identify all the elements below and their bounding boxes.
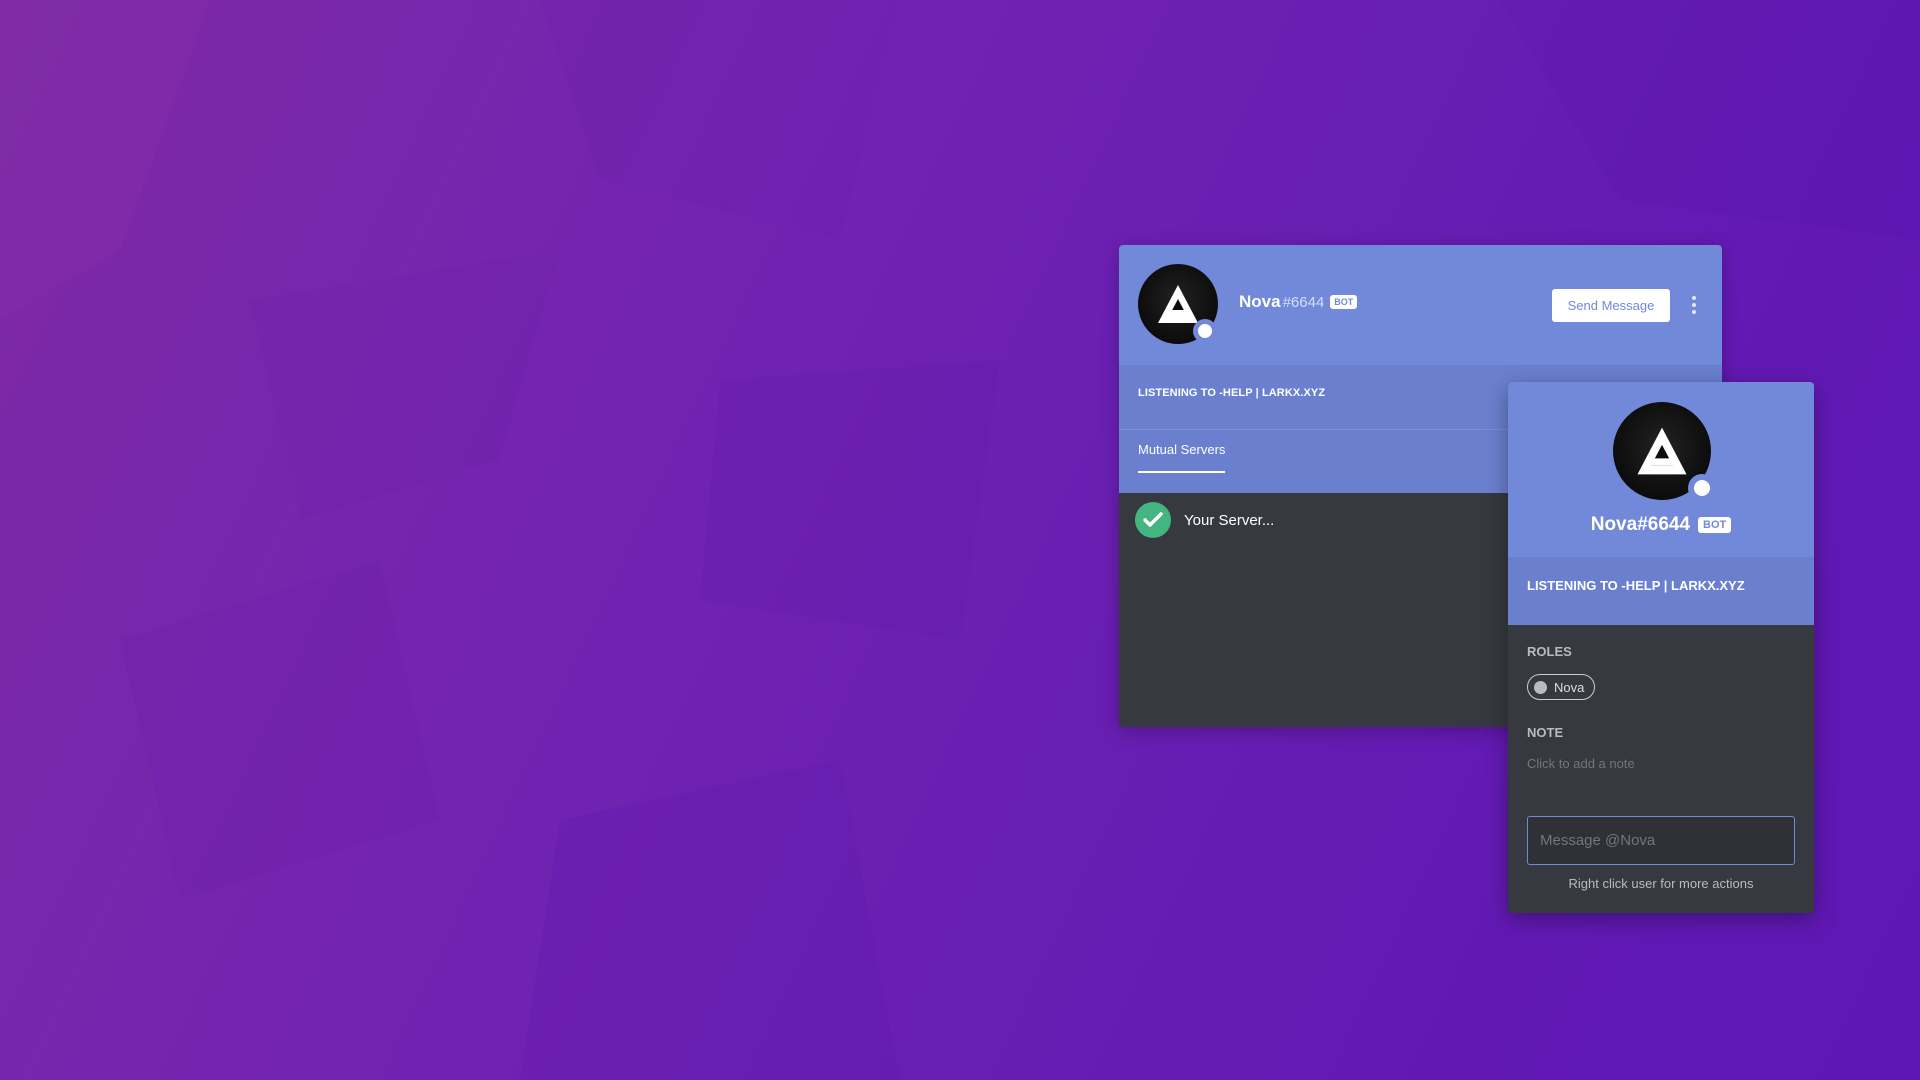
more-options-icon[interactable] bbox=[1688, 293, 1700, 317]
roles-heading: ROLES bbox=[1527, 644, 1572, 659]
note-heading: NOTE bbox=[1527, 725, 1564, 740]
profile-username: Nova bbox=[1239, 292, 1281, 311]
note-field[interactable]: Click to add a note bbox=[1527, 756, 1635, 771]
profile-header: Nova #6644 BOT Send Message bbox=[1119, 245, 1722, 365]
server-name: Your Server... bbox=[1184, 511, 1275, 529]
profile-username-line: Nova #6644 BOT bbox=[1239, 292, 1358, 312]
role-color-dot bbox=[1534, 680, 1547, 694]
mutual-server-item[interactable]: Your Server... bbox=[1135, 502, 1274, 538]
role-name: Nova bbox=[1554, 679, 1585, 695]
hint-text: Right click user for more actions bbox=[1568, 876, 1754, 891]
logo-icon bbox=[1158, 285, 1198, 323]
message-input[interactable] bbox=[1527, 816, 1795, 865]
bot-badge: BOT bbox=[1330, 295, 1358, 309]
check-icon bbox=[1135, 502, 1171, 538]
popout-activity-section: LISTENING TO -HELP | LARKX.XYZ bbox=[1508, 557, 1814, 625]
status-indicator bbox=[1688, 474, 1716, 502]
profile-discriminator: #6644 bbox=[1282, 293, 1325, 311]
logo-icon bbox=[1637, 427, 1687, 475]
activity-status: LISTENING TO -HELP | LARKX.XYZ bbox=[1527, 578, 1745, 593]
send-message-button[interactable]: Send Message bbox=[1552, 289, 1670, 322]
activity-status: LISTENING TO -HELP | LARKX.XYZ bbox=[1138, 387, 1326, 399]
popout-header: Nova#6644 BOT bbox=[1508, 382, 1814, 557]
user-popout: Nova#6644 BOT LISTENING TO -HELP | LARKX… bbox=[1508, 382, 1814, 913]
status-indicator bbox=[1193, 319, 1217, 343]
popout-username: Nova#6644 bbox=[1590, 514, 1691, 535]
popout-username-line: Nova#6644 BOT bbox=[1508, 514, 1814, 536]
tab-mutual-servers[interactable]: Mutual Servers bbox=[1138, 442, 1226, 473]
bot-badge: BOT bbox=[1698, 517, 1732, 533]
role-pill[interactable]: Nova bbox=[1527, 674, 1596, 700]
